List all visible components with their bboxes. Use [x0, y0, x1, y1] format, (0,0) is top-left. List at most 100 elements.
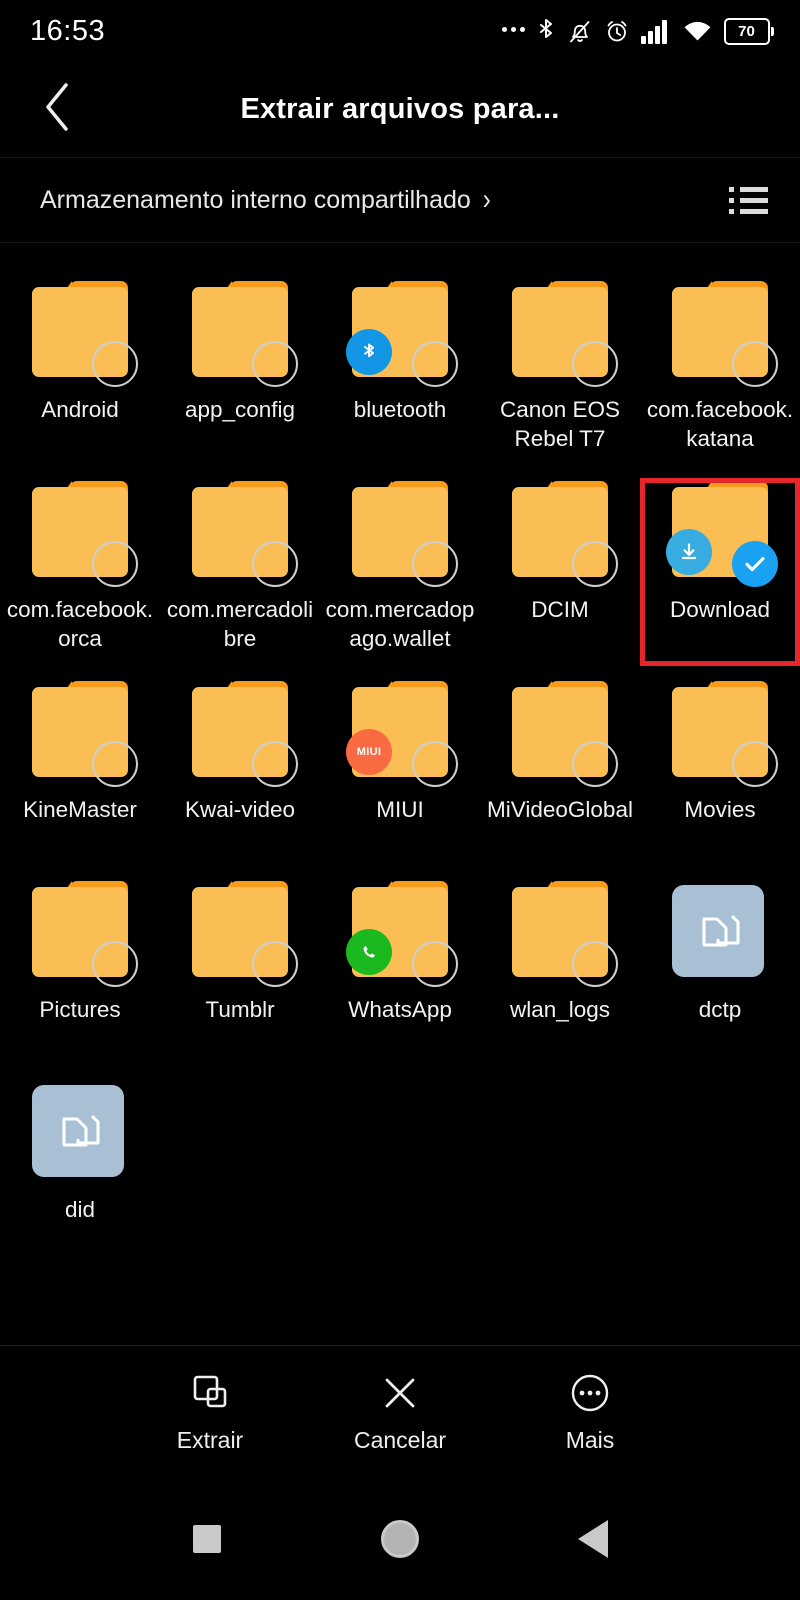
extract-icon — [188, 1371, 232, 1415]
breadcrumb-bar: Armazenamento interno compartilhado › — [0, 158, 800, 243]
item-label: Pictures — [39, 997, 121, 1022]
back-button[interactable] — [30, 83, 84, 137]
folder-item[interactable]: com.facebook.orca — [0, 467, 160, 667]
folder-icon — [192, 681, 298, 787]
checkbox-unchecked-icon[interactable] — [572, 541, 618, 587]
checkbox-unchecked-icon[interactable] — [252, 341, 298, 387]
folder-item[interactable]: MIUI MIUI — [320, 667, 480, 867]
folder-item[interactable]: Pictures — [0, 867, 160, 1067]
file-grid: Android app_config bluetooth Canon EOS Rebe… — [0, 243, 800, 1267]
item-label: dctp — [698, 997, 742, 1022]
folder-item[interactable]: Movies — [640, 667, 800, 867]
folder-icon — [32, 881, 138, 987]
list-view-icon[interactable] — [723, 181, 774, 220]
cancel-button[interactable]: Cancelar — [305, 1371, 495, 1454]
folder-icon — [192, 281, 298, 387]
home-circle-icon — [380, 1520, 419, 1558]
status-bar-time: 16:53 — [30, 14, 106, 47]
item-label: Tumblr — [205, 997, 275, 1022]
folder-item[interactable]: KineMaster — [0, 667, 160, 867]
chevron-right-icon: › — [482, 182, 491, 217]
checkbox-unchecked-icon[interactable] — [572, 741, 618, 787]
folder-item[interactable]: bluetooth — [320, 267, 480, 467]
item-label: MiVideoGlobal — [487, 797, 633, 822]
item-label: wlan_logs — [509, 997, 611, 1022]
checkbox-unchecked-icon[interactable] — [92, 941, 138, 987]
more-dots-icon — [501, 27, 525, 35]
home-button[interactable] — [365, 1504, 435, 1574]
checkbox-unchecked-icon[interactable] — [92, 741, 138, 787]
item-label: com.mercadolibre — [166, 597, 314, 651]
breadcrumb-root-label[interactable]: Armazenamento interno compartilhado — [40, 186, 471, 215]
folder-item[interactable]: com.mercadopago.wallet — [320, 467, 480, 667]
back-button-nav[interactable] — [558, 1504, 628, 1574]
folder-item[interactable]: MiVideoGlobal — [480, 667, 640, 867]
file-item[interactable]: dctp — [640, 867, 800, 1067]
wifi-icon — [682, 19, 713, 44]
folder-icon — [666, 481, 778, 587]
folder-icon — [672, 681, 778, 787]
folder-icon — [32, 281, 138, 387]
folder-icon — [672, 281, 778, 387]
checkbox-unchecked-icon[interactable] — [252, 541, 298, 587]
checkbox-unchecked-icon[interactable] — [412, 341, 458, 387]
folder-item[interactable]: Tumblr — [160, 867, 320, 1067]
folder-icon — [346, 881, 458, 987]
battery-icon: 70 — [723, 17, 774, 45]
file-icon — [32, 1081, 128, 1177]
folder-item[interactable]: Kwai-video — [160, 667, 320, 867]
page-title: Extrair arquivos para... — [240, 93, 560, 125]
folder-item[interactable]: com.facebook.katana — [640, 267, 800, 467]
miui-badge-icon: MIUI — [346, 729, 392, 775]
item-label: did — [64, 1197, 96, 1222]
battery-level: 70 — [738, 22, 755, 40]
checkbox-unchecked-icon[interactable] — [732, 341, 778, 387]
title-bar: Extrair arquivos para... — [0, 62, 800, 158]
recents-square-icon — [192, 1525, 221, 1553]
checkbox-unchecked-icon[interactable] — [412, 541, 458, 587]
item-label: KineMaster — [23, 797, 137, 822]
folder-item[interactable]: DCIM — [480, 467, 640, 667]
checkbox-unchecked-icon[interactable] — [92, 541, 138, 587]
folder-item[interactable]: WhatsApp — [320, 867, 480, 1067]
close-x-icon — [378, 1371, 422, 1415]
folder-item[interactable]: Canon EOS Rebel T7 — [480, 267, 640, 467]
checkbox-unchecked-icon[interactable] — [412, 741, 458, 787]
folder-item[interactable]: app_config — [160, 267, 320, 467]
folder-item[interactable]: Android — [0, 267, 160, 467]
more-label: Mais — [565, 1426, 615, 1453]
action-bar: Extrair Cancelar Mais — [0, 1345, 800, 1478]
file-item[interactable]: did — [0, 1067, 160, 1267]
bluetooth-icon — [536, 18, 556, 45]
item-label: bluetooth — [353, 397, 447, 422]
checkbox-unchecked-icon[interactable] — [412, 941, 458, 987]
breadcrumb[interactable]: Armazenamento interno compartilhado › — [40, 182, 491, 217]
folder-item[interactable]: wlan_logs — [480, 867, 640, 1067]
checkbox-unchecked-icon[interactable] — [572, 941, 618, 987]
checkbox-unchecked-icon[interactable] — [732, 741, 778, 787]
item-label: com.facebook.katana — [646, 397, 794, 451]
folder-item[interactable]: Download — [640, 467, 800, 667]
checkbox-unchecked-icon[interactable] — [572, 341, 618, 387]
checkbox-checked-icon[interactable] — [732, 541, 778, 587]
folder-icon — [512, 681, 618, 787]
folder-icon — [192, 481, 298, 587]
checkbox-unchecked-icon[interactable] — [92, 341, 138, 387]
item-label: Android — [41, 397, 119, 422]
status-bar-icons: 70 — [501, 17, 774, 45]
checkbox-unchecked-icon[interactable] — [252, 941, 298, 987]
recents-button[interactable] — [172, 1504, 242, 1574]
folder-icon — [192, 881, 298, 987]
folder-icon — [512, 481, 618, 587]
whatsapp-badge-icon — [346, 929, 392, 975]
folder-item[interactable]: com.mercadolibre — [160, 467, 320, 667]
chevron-left-icon — [40, 81, 74, 138]
download-badge-icon — [666, 529, 712, 575]
checkbox-unchecked-icon[interactable] — [252, 741, 298, 787]
extract-button[interactable]: Extrair — [115, 1371, 305, 1454]
item-label: MIUI — [376, 797, 424, 822]
more-button[interactable]: Mais — [495, 1371, 685, 1454]
item-label: WhatsApp — [348, 997, 452, 1022]
item-label: Download — [669, 597, 771, 622]
system-navigation-bar — [0, 1478, 800, 1600]
